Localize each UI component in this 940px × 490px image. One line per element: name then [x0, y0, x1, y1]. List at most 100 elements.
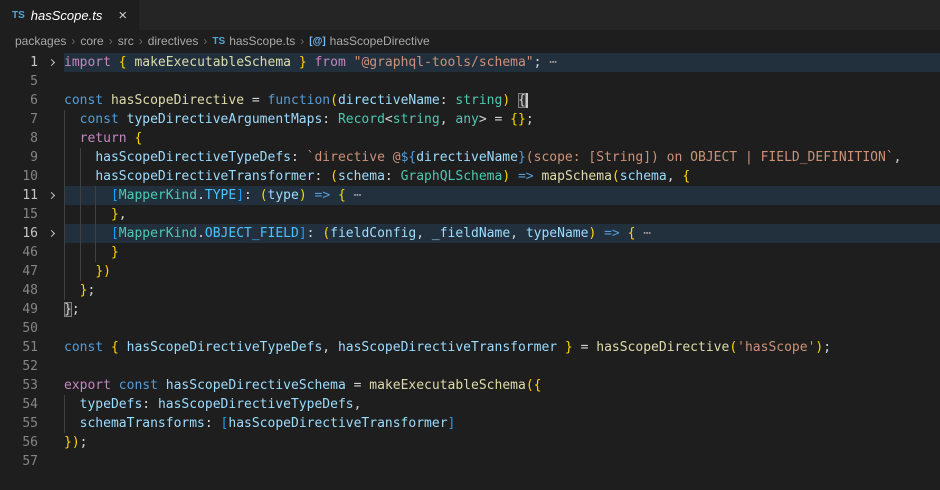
code-token: ,	[667, 169, 683, 184]
code-token: function	[268, 93, 331, 108]
code-editor[interactable]: 1import { makeExecutableSchema } from "@…	[0, 52, 940, 490]
code-line-10[interactable]: 10 hasScopeDirectiveTransformer: (schema…	[0, 167, 940, 186]
code-line-9[interactable]: 9 hasScopeDirectiveTypeDefs: `directive …	[0, 148, 940, 167]
code-line-1[interactable]: 1import { makeExecutableSchema } from "@…	[0, 53, 940, 72]
code-line-7[interactable]: 7 const typeDirectiveArgumentMaps: Recor…	[0, 110, 940, 129]
code-line-51[interactable]: 51const { hasScopeDirectiveTypeDefs, has…	[0, 338, 940, 357]
code-line-15[interactable]: 15 },	[0, 205, 940, 224]
line-number[interactable]: 56	[0, 433, 38, 452]
line-number[interactable]: 5	[0, 72, 38, 91]
line-number[interactable]: 8	[0, 129, 38, 148]
code-token: ;	[823, 340, 831, 355]
code-token: TYPE	[205, 188, 236, 203]
code-token: =>	[315, 188, 331, 203]
code-token: <	[385, 112, 393, 127]
code-token: {	[682, 169, 690, 184]
gutter-spacer	[38, 452, 64, 471]
code-line-46[interactable]: 46 }	[0, 243, 940, 262]
code-token: hasScopeDirective	[596, 340, 729, 355]
breadcrumb-item-core[interactable]: core	[80, 34, 103, 48]
line-number[interactable]: 48	[0, 281, 38, 300]
line-number[interactable]: 52	[0, 357, 38, 376]
code-token	[510, 169, 518, 184]
code-line-11[interactable]: 11 [MapperKind.TYPE]: (type) => { ⋯	[0, 186, 940, 205]
line-number[interactable]: 10	[0, 167, 38, 186]
code-content: };	[64, 300, 940, 319]
line-number[interactable]: 6	[0, 91, 38, 110]
code-line-54[interactable]: 54 typeDefs: hasScopeDirectiveTypeDefs,	[0, 395, 940, 414]
code-token: =	[573, 340, 596, 355]
fold-chevron-icon[interactable]	[38, 53, 64, 72]
chevron-right-icon	[47, 191, 54, 198]
code-token: )	[502, 169, 510, 184]
code-line-5[interactable]: 5	[0, 72, 940, 91]
code-line-47[interactable]: 47 })	[0, 262, 940, 281]
code-line-48[interactable]: 48 };	[0, 281, 940, 300]
code-line-16[interactable]: 16 [MapperKind.OBJECT_FIELD]: (fieldConf…	[0, 224, 940, 243]
line-number[interactable]: 11	[0, 186, 38, 205]
breadcrumb-item-packages[interactable]: packages	[15, 34, 66, 48]
breadcrumb-item-hasscopedirective[interactable]: [@]hasScopeDirective	[309, 34, 429, 48]
line-number[interactable]: 50	[0, 319, 38, 338]
breadcrumb-item-src[interactable]: src	[118, 34, 134, 48]
code-line-57[interactable]: 57	[0, 452, 940, 471]
code-token: ,	[322, 340, 338, 355]
code-token: import	[64, 55, 119, 70]
line-number[interactable]: 9	[0, 148, 38, 167]
close-tab-icon[interactable]: ×	[116, 7, 129, 24]
breadcrumb-separator: ›	[203, 34, 207, 48]
gutter-spacer	[38, 433, 64, 452]
code-line-6[interactable]: 6 const hasScopeDirective = function(dire…	[0, 91, 940, 110]
breadcrumb-item-hasscope-ts[interactable]: TShasScope.ts	[212, 34, 295, 48]
tab-title: hasScope.ts	[31, 8, 103, 23]
breadcrumb-item-directives[interactable]: directives	[148, 34, 199, 48]
line-number[interactable]: 16	[0, 224, 38, 243]
code-line-49[interactable]: 49};	[0, 300, 940, 319]
code-token	[64, 245, 111, 260]
line-number[interactable]: 54	[0, 395, 38, 414]
editor-tab-bar: TS hasScope.ts ×	[0, 0, 940, 30]
code-content: }	[64, 243, 940, 262]
code-line-52[interactable]: 52	[0, 357, 940, 376]
code-token: OBJECT_FIELD	[205, 226, 299, 241]
line-number[interactable]: 15	[0, 205, 38, 224]
code-line-53[interactable]: 53export const hasScopeDirectiveSchema =…	[0, 376, 940, 395]
code-token: ;	[526, 112, 534, 127]
line-number[interactable]: 7	[0, 110, 38, 129]
code-line-8[interactable]: 8 return {	[0, 129, 940, 148]
fold-chevron-icon[interactable]	[38, 186, 64, 205]
code-content: })	[64, 262, 940, 281]
gutter-spacer	[38, 205, 64, 224]
line-number[interactable]: 1	[0, 53, 38, 72]
code-content: return {	[64, 129, 940, 148]
code-token: type	[268, 188, 299, 203]
code-content: const hasScopeDirective = function(direc…	[64, 91, 940, 110]
code-line-56[interactable]: 56});	[0, 433, 940, 452]
code-content: hasScopeDirectiveTypeDefs: `directive @$…	[64, 148, 940, 167]
line-number[interactable]: 55	[0, 414, 38, 433]
code-token: _fieldName	[432, 226, 510, 241]
code-token: 'hasScope'	[737, 340, 815, 355]
code-token: ]	[299, 226, 307, 241]
code-line-50[interactable]: 50	[0, 319, 940, 338]
code-token: })	[95, 264, 111, 279]
code-token: string	[393, 112, 440, 127]
code-token	[596, 226, 604, 241]
line-number[interactable]: 46	[0, 243, 38, 262]
line-number[interactable]: 49	[0, 300, 38, 319]
code-token: .	[197, 188, 205, 203]
line-number[interactable]: 47	[0, 262, 38, 281]
code-token: hasScopeDirectiveSchema	[166, 378, 346, 393]
code-token: (	[322, 226, 330, 241]
line-number[interactable]: 53	[0, 376, 38, 395]
code-token: mapSchema	[541, 169, 611, 184]
code-line-55[interactable]: 55 schemaTransforms: [hasScopeDirectiveT…	[0, 414, 940, 433]
tab-hasscope-ts[interactable]: TS hasScope.ts ×	[0, 0, 139, 30]
line-number[interactable]: 57	[0, 452, 38, 471]
code-token: makeExecutableSchema	[134, 55, 291, 70]
code-token: }	[518, 150, 526, 165]
code-token: ${	[401, 150, 417, 165]
line-number[interactable]: 51	[0, 338, 38, 357]
code-content: hasScopeDirectiveTransformer: (schema: G…	[64, 167, 940, 186]
fold-chevron-icon[interactable]	[38, 224, 64, 243]
